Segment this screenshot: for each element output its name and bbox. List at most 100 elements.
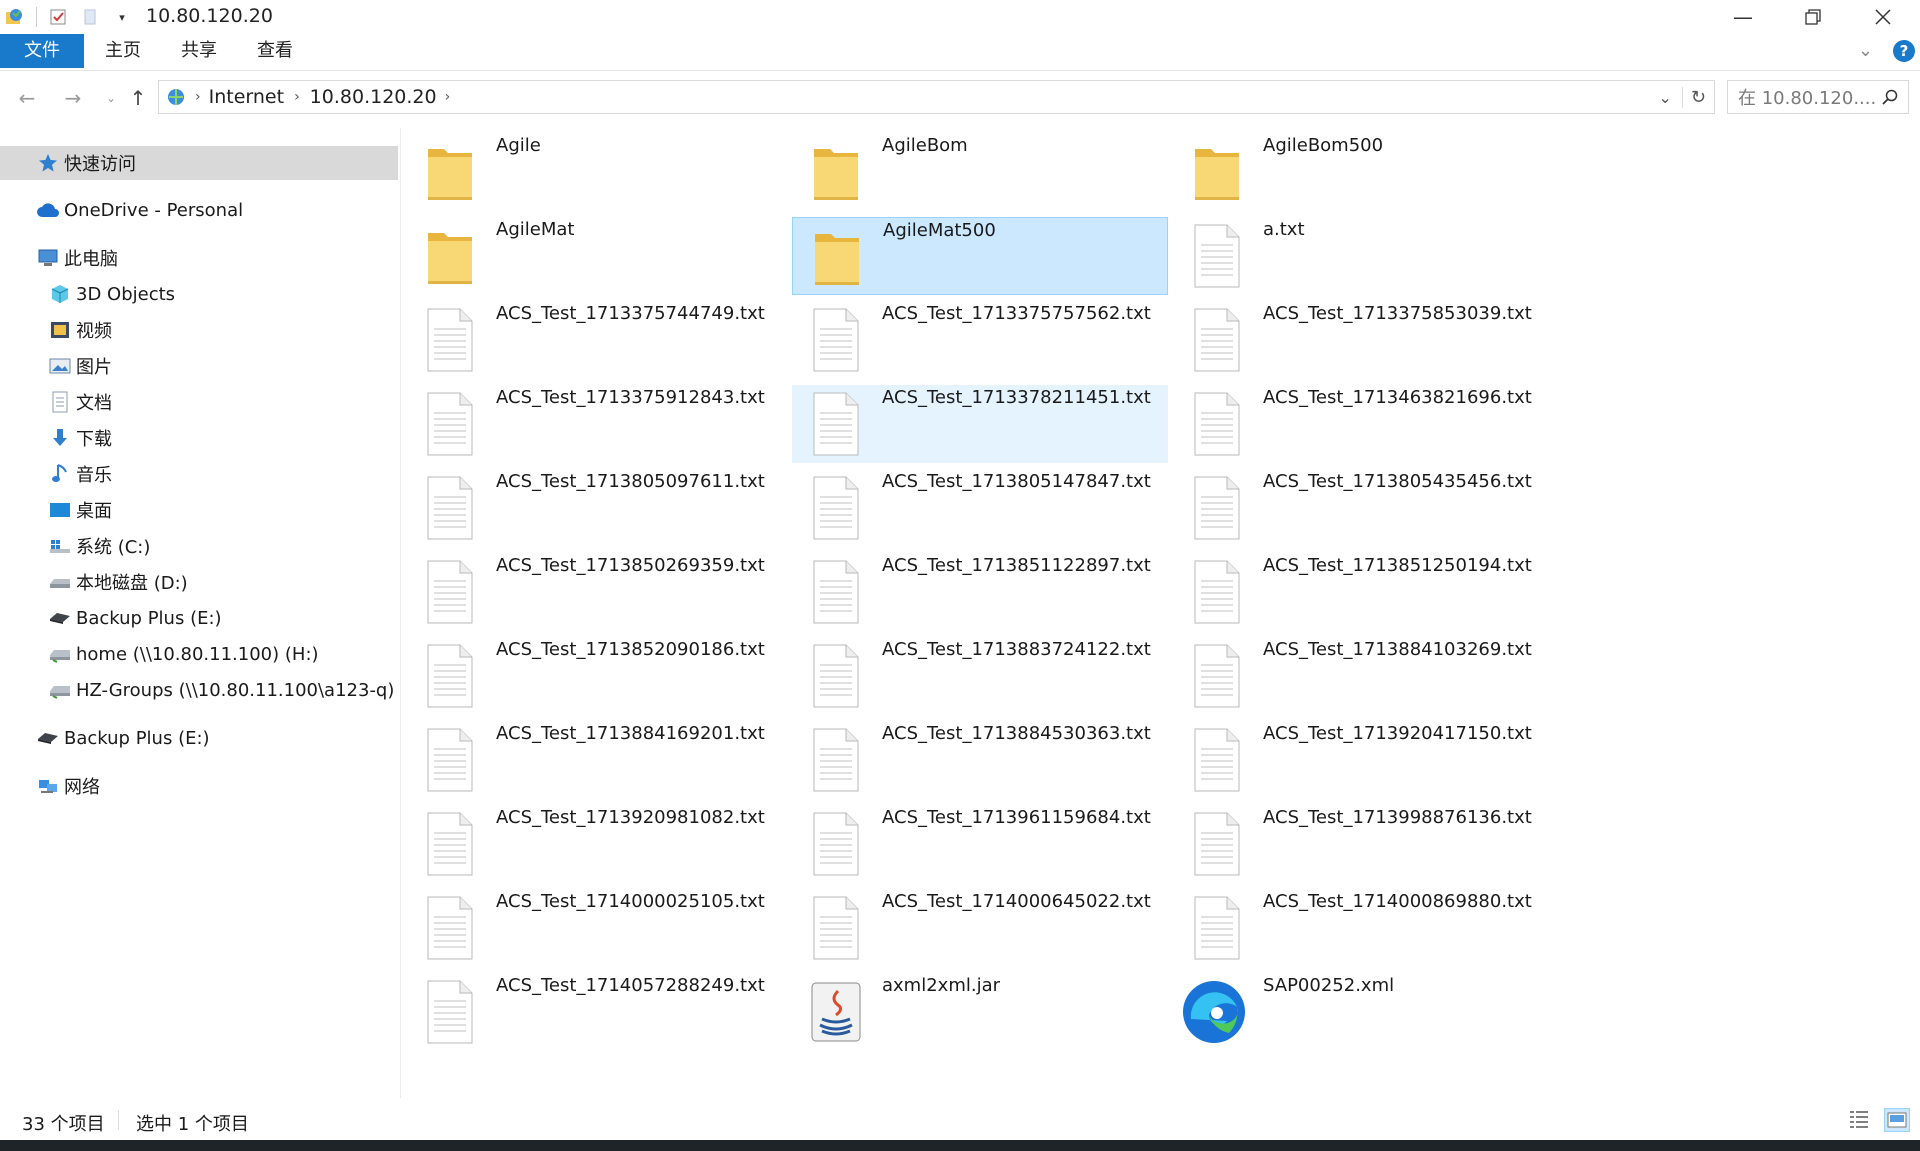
breadcrumb-separator-icon[interactable]: › (294, 89, 300, 105)
tab-file[interactable]: 文件 (0, 34, 84, 68)
forward-arrow-icon[interactable]: → (58, 84, 88, 112)
file-item[interactable]: ACS_Test_1713463821696.txt (1173, 385, 1549, 463)
folder-item[interactable]: AgileBom500 (1173, 133, 1549, 211)
sidebar-item[interactable]: 3D Objects (0, 277, 398, 311)
cloud-icon (36, 198, 60, 222)
sidebar-item[interactable]: 视频 (0, 313, 398, 347)
text-file-icon (1191, 727, 1243, 793)
breadcrumb-internet[interactable]: Internet (209, 86, 284, 108)
sidebar-item[interactable]: 桌面 (0, 493, 398, 527)
search-placeholder: 在 10.80.120.... (1738, 88, 1877, 109)
sidebar-item[interactable]: home (\\10.80.11.100) (H:) (0, 637, 398, 671)
file-item[interactable]: ACS_Test_1713961159684.txt (792, 805, 1168, 883)
computer-icon (36, 246, 60, 270)
refresh-icon[interactable]: ↻ (1681, 86, 1706, 108)
folder-item[interactable]: AgileMat (406, 217, 782, 295)
window-icon (4, 6, 26, 28)
file-item[interactable]: ACS_Test_1713998876136.txt (1173, 805, 1549, 883)
sidebar-item[interactable]: 快速访问 (0, 146, 398, 180)
folder-item[interactable]: Agile (406, 133, 782, 211)
file-item[interactable]: ACS_Test_1714057288249.txt (406, 973, 782, 1051)
file-item[interactable]: ACS_Test_1713850269359.txt (406, 553, 782, 631)
tab-share[interactable]: 共享 (164, 34, 234, 68)
file-item[interactable]: ACS_Test_1713375757562.txt (792, 301, 1168, 379)
folder-icon (1191, 139, 1243, 205)
text-file-icon (424, 559, 476, 625)
sidebar-item[interactable]: 网络 (0, 769, 398, 803)
sidebar-item-label: Backup Plus (E:) (76, 607, 222, 629)
back-arrow-icon[interactable]: ← (12, 84, 42, 112)
file-item[interactable]: ACS_Test_1714000645022.txt (792, 889, 1168, 967)
help-icon[interactable]: ? (1893, 40, 1915, 62)
expand-ribbon-chevron-icon[interactable]: ⌄ (1858, 40, 1873, 61)
ribbon-tabs: 文件 主页 共享 查看 ⌄ ? (0, 34, 1920, 71)
customize-toolbar-chevron-icon[interactable]: ▾ (111, 6, 133, 28)
minimize-button[interactable]: — (1708, 0, 1778, 34)
up-arrow-icon[interactable]: ↑ (123, 84, 153, 112)
file-name: ACS_Test_1713884103269.txt (1263, 639, 1532, 660)
address-bar[interactable]: › Internet › 10.80.120.20 › ⌄ ↻ (158, 80, 1715, 114)
file-item[interactable]: ACS_Test_1713920981082.txt (406, 805, 782, 883)
file-item[interactable]: ACS_Test_1714000869880.txt (1173, 889, 1549, 967)
file-item[interactable]: ACS_Test_1713805435456.txt (1173, 469, 1549, 547)
address-dropdown-chevron-icon[interactable]: ⌄ (1659, 88, 1672, 107)
file-item[interactable]: ACS_Test_1713852090186.txt (406, 637, 782, 715)
tab-view[interactable]: 查看 (240, 34, 310, 68)
sidebar-item[interactable]: 下载 (0, 421, 398, 455)
file-item[interactable]: ACS_Test_1714000025105.txt (406, 889, 782, 967)
recent-locations-chevron-icon[interactable]: ⌄ (96, 84, 126, 112)
sidebar-item[interactable]: 此电脑 (0, 241, 398, 275)
file-name: AgileMat500 (883, 220, 996, 241)
search-input[interactable]: 在 10.80.120.... (1727, 80, 1909, 114)
search-icon[interactable] (1882, 89, 1898, 105)
file-item[interactable]: SAP00252.xml (1173, 973, 1549, 1051)
file-item[interactable]: ACS_Test_1713375744749.txt (406, 301, 782, 379)
desktop-icon (48, 498, 72, 522)
file-item[interactable]: a.txt (1173, 217, 1549, 295)
sidebar-item-label: 本地磁盘 (D:) (76, 573, 188, 594)
folder-icon (811, 224, 863, 290)
file-item[interactable]: ACS_Test_1713805147847.txt (792, 469, 1168, 547)
folder-item[interactable]: AgileBom (792, 133, 1168, 211)
sidebar-item[interactable]: OneDrive - Personal (0, 193, 398, 227)
sidebar-item[interactable]: 图片 (0, 349, 398, 383)
file-name: ACS_Test_1714057288249.txt (496, 975, 765, 996)
sidebar-item[interactable]: 本地磁盘 (D:) (0, 565, 398, 599)
file-item[interactable]: axml2xml.jar (792, 973, 1168, 1051)
network-drive-icon (48, 678, 72, 702)
details-view-icon[interactable] (1848, 1108, 1870, 1135)
file-item[interactable]: ACS_Test_1713884169201.txt (406, 721, 782, 799)
file-list: Agile AgileBom AgileBom500 AgileMat AgileMat… (420, 135, 1920, 1075)
restore-button[interactable] (1778, 0, 1848, 34)
file-item[interactable]: ACS_Test_1713378211451.txt (792, 385, 1168, 463)
tab-home[interactable]: 主页 (88, 34, 158, 68)
file-name: ACS_Test_1714000869880.txt (1263, 891, 1532, 912)
file-item[interactable]: ACS_Test_1713375853039.txt (1173, 301, 1549, 379)
folder-item[interactable]: AgileMat500 (792, 217, 1168, 295)
file-item[interactable]: ACS_Test_1713883724122.txt (792, 637, 1168, 715)
sidebar-item[interactable]: Backup Plus (E:) (0, 721, 398, 755)
breadcrumb-host[interactable]: 10.80.120.20 (310, 86, 437, 108)
file-item[interactable]: ACS_Test_1713851250194.txt (1173, 553, 1549, 631)
file-item[interactable]: ACS_Test_1713884530363.txt (792, 721, 1168, 799)
large-icons-view-icon[interactable] (1884, 1108, 1910, 1132)
file-item[interactable]: ACS_Test_1713375912843.txt (406, 385, 782, 463)
file-item[interactable]: ACS_Test_1713884103269.txt (1173, 637, 1549, 715)
sidebar-item[interactable]: 系统 (C:) (0, 529, 398, 563)
star-icon (36, 151, 60, 175)
sidebar-item[interactable]: Backup Plus (E:) (0, 601, 398, 635)
new-folder-icon[interactable] (79, 6, 101, 28)
close-button[interactable] (1848, 0, 1918, 34)
drive-icon (48, 570, 72, 594)
sidebar-item[interactable]: 文档 (0, 385, 398, 419)
properties-icon[interactable] (47, 6, 69, 28)
text-file-icon (810, 391, 862, 457)
file-item[interactable]: ACS_Test_1713805097611.txt (406, 469, 782, 547)
file-item[interactable]: ACS_Test_1713920417150.txt (1173, 721, 1549, 799)
sidebar-item[interactable]: HZ-Groups (\\10.80.11.100\a123-q) ( (0, 673, 398, 707)
breadcrumb-separator-icon[interactable]: › (445, 89, 451, 105)
sidebar-item-label: 下载 (76, 429, 112, 450)
sidebar-item[interactable]: 音乐 (0, 457, 398, 491)
text-file-icon (810, 559, 862, 625)
file-item[interactable]: ACS_Test_1713851122897.txt (792, 553, 1168, 631)
